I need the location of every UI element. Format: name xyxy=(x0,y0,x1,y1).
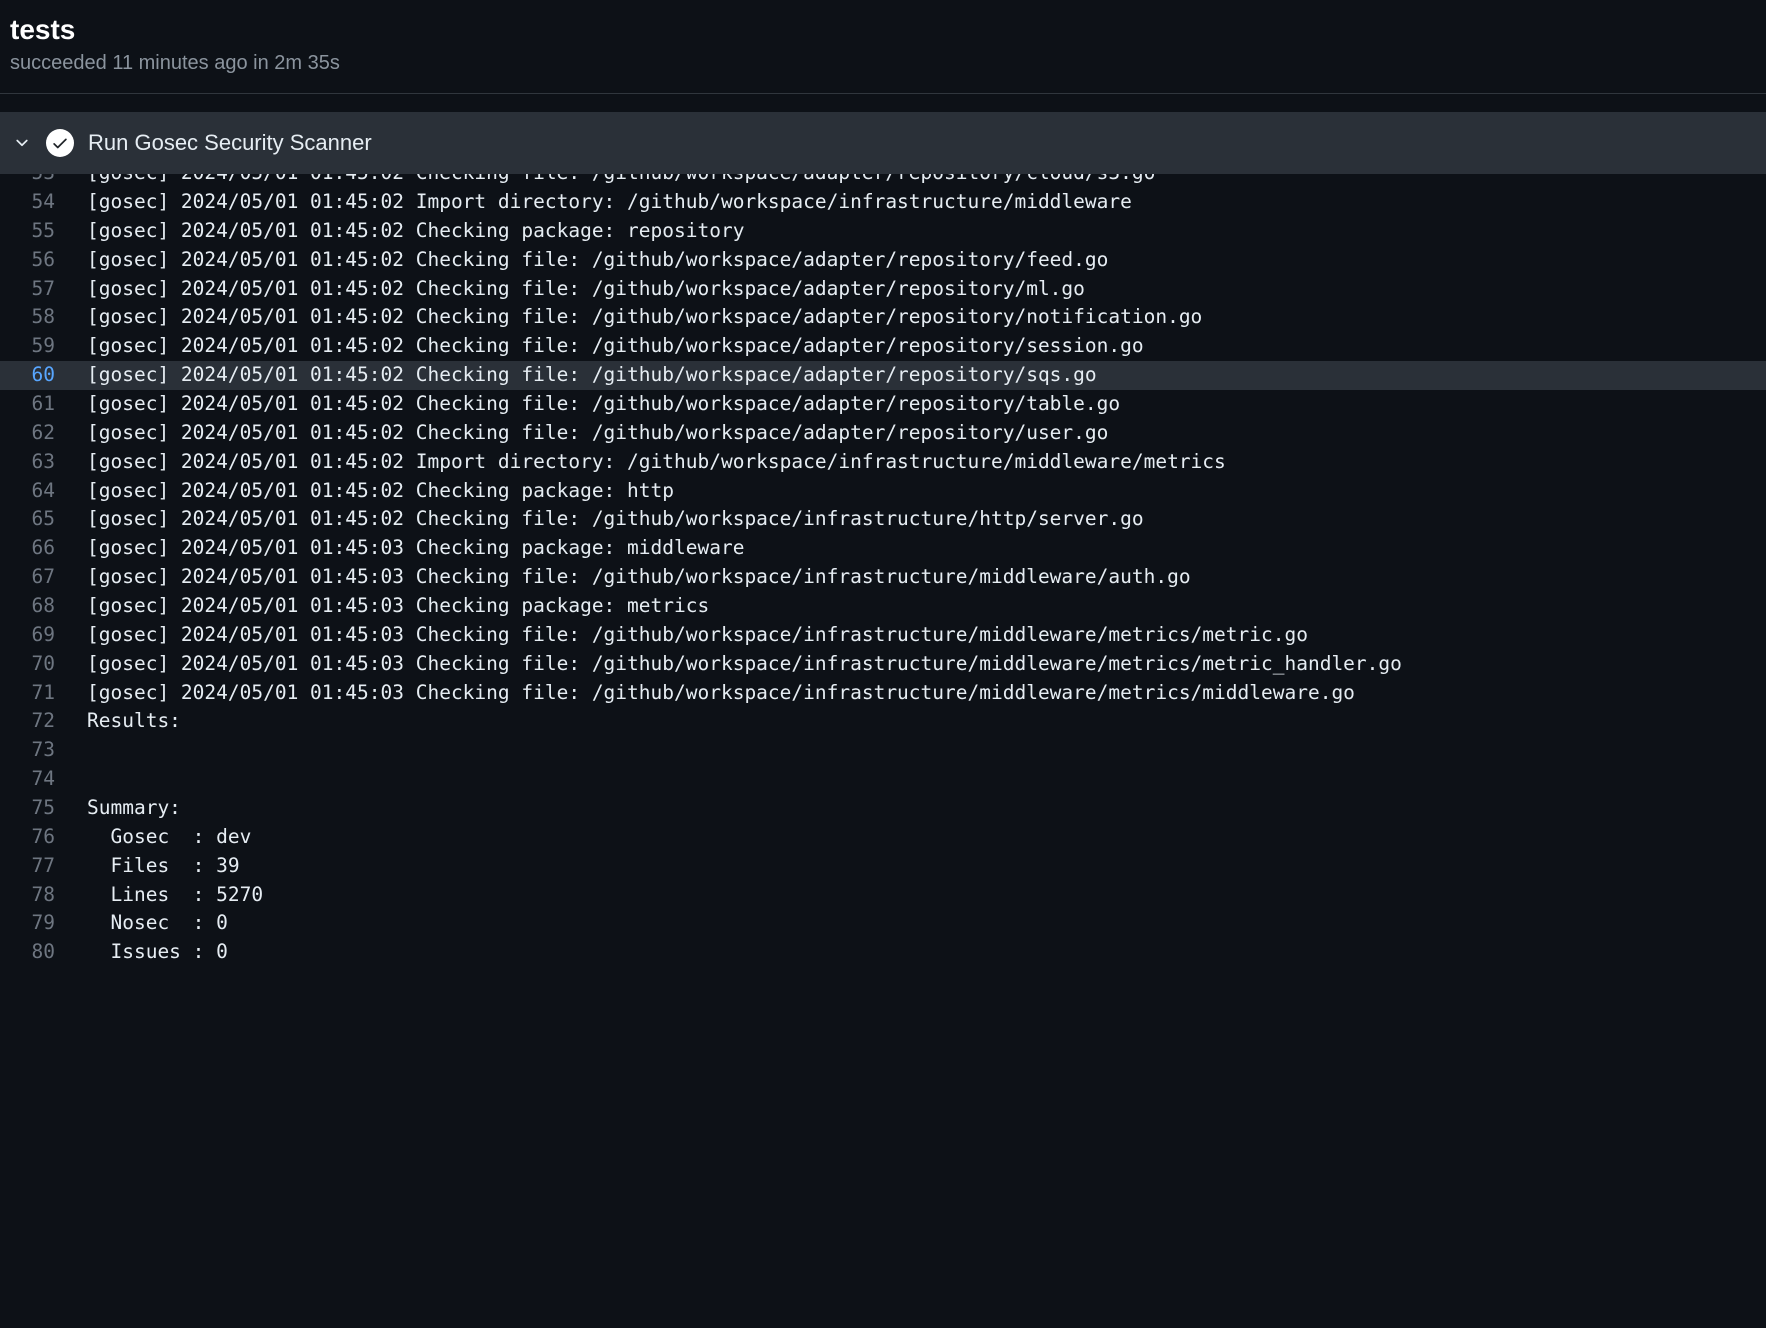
log-line[interactable]: 54[gosec] 2024/05/01 01:45:02 Import dir… xyxy=(0,188,1766,217)
step-title: Run Gosec Security Scanner xyxy=(88,130,372,156)
status-text: succeeded xyxy=(10,52,107,74)
line-number[interactable]: 57 xyxy=(12,275,87,304)
line-text: [gosec] 2024/05/01 01:45:03 Checking fil… xyxy=(87,621,1308,650)
log-line[interactable]: 73 xyxy=(0,736,1766,765)
log-line[interactable]: 56[gosec] 2024/05/01 01:45:02 Checking f… xyxy=(0,246,1766,275)
log-line[interactable]: 66[gosec] 2024/05/01 01:45:03 Checking p… xyxy=(0,534,1766,563)
line-text: Summary: xyxy=(87,794,181,823)
line-text: [gosec] 2024/05/01 01:45:02 Checking fil… xyxy=(87,361,1097,390)
step-header[interactable]: Run Gosec Security Scanner xyxy=(0,112,1766,174)
line-text: [gosec] 2024/05/01 01:45:02 Checking fil… xyxy=(87,419,1108,448)
line-number[interactable]: 59 xyxy=(12,332,87,361)
line-number[interactable]: 73 xyxy=(12,736,87,765)
log-line[interactable]: 70[gosec] 2024/05/01 01:45:03 Checking f… xyxy=(0,650,1766,679)
log-line[interactable]: 64[gosec] 2024/05/01 01:45:02 Checking p… xyxy=(0,477,1766,506)
log-line[interactable]: 57[gosec] 2024/05/01 01:45:02 Checking f… xyxy=(0,275,1766,304)
log-line[interactable]: 63[gosec] 2024/05/01 01:45:02 Import dir… xyxy=(0,448,1766,477)
line-text: [gosec] 2024/05/01 01:45:02 Checking fil… xyxy=(87,174,1155,188)
line-text: [gosec] 2024/05/01 01:45:02 Checking fil… xyxy=(87,332,1144,361)
log-line[interactable]: 68[gosec] 2024/05/01 01:45:03 Checking p… xyxy=(0,592,1766,621)
line-text: Files : 39 xyxy=(87,852,240,881)
log-line[interactable]: 67[gosec] 2024/05/01 01:45:03 Checking f… xyxy=(0,563,1766,592)
chevron-down-icon[interactable] xyxy=(12,133,32,153)
log-output[interactable]: 53[gosec] 2024/05/01 01:45:02 Checking f… xyxy=(0,174,1766,967)
line-text: [gosec] 2024/05/01 01:45:03 Checking pac… xyxy=(87,534,744,563)
log-line[interactable]: 59[gosec] 2024/05/01 01:45:02 Checking f… xyxy=(0,332,1766,361)
line-number[interactable]: 63 xyxy=(12,448,87,477)
log-line[interactable]: 78 Lines : 5270 xyxy=(0,881,1766,910)
line-text: Nosec : 0 xyxy=(87,909,228,938)
line-number[interactable]: 55 xyxy=(12,217,87,246)
time-ago: 11 minutes ago xyxy=(112,52,247,74)
line-text: Gosec : dev xyxy=(87,823,251,852)
line-number[interactable]: 72 xyxy=(12,707,87,736)
line-text: [gosec] 2024/05/01 01:45:03 Checking fil… xyxy=(87,679,1355,708)
line-number[interactable]: 56 xyxy=(12,246,87,275)
page-subtitle: succeeded 11 minutes ago in 2m 35s xyxy=(10,52,1756,75)
line-number[interactable]: 70 xyxy=(12,650,87,679)
line-text: [gosec] 2024/05/01 01:45:02 Checking fil… xyxy=(87,390,1120,419)
line-text: [gosec] 2024/05/01 01:45:03 Checking fil… xyxy=(87,563,1191,592)
line-number[interactable]: 64 xyxy=(12,477,87,506)
line-number[interactable]: 67 xyxy=(12,563,87,592)
log-line[interactable]: 61[gosec] 2024/05/01 01:45:02 Checking f… xyxy=(0,390,1766,419)
line-number[interactable]: 75 xyxy=(12,794,87,823)
line-text: [gosec] 2024/05/01 01:45:02 Checking fil… xyxy=(87,505,1144,534)
log-line[interactable]: 62[gosec] 2024/05/01 01:45:02 Checking f… xyxy=(0,419,1766,448)
line-text: [gosec] 2024/05/01 01:45:02 Checking pac… xyxy=(87,477,674,506)
line-number[interactable]: 53 xyxy=(12,174,87,188)
line-number[interactable]: 54 xyxy=(12,188,87,217)
line-number[interactable]: 65 xyxy=(12,505,87,534)
line-text: [gosec] 2024/05/01 01:45:02 Checking fil… xyxy=(87,246,1108,275)
line-number[interactable]: 60 xyxy=(12,361,87,390)
log-line[interactable]: 60[gosec] 2024/05/01 01:45:02 Checking f… xyxy=(0,361,1766,390)
line-text: [gosec] 2024/05/01 01:45:02 Import direc… xyxy=(87,188,1132,217)
line-text: Lines : 5270 xyxy=(87,881,263,910)
line-text: [gosec] 2024/05/01 01:45:02 Checking fil… xyxy=(87,275,1085,304)
page-title: tests xyxy=(10,14,1756,46)
log-line[interactable]: 72Results: xyxy=(0,707,1766,736)
log-line[interactable]: 80 Issues : 0 xyxy=(0,938,1766,967)
line-number[interactable]: 78 xyxy=(12,881,87,910)
log-line[interactable]: 77 Files : 39 xyxy=(0,852,1766,881)
line-number[interactable]: 66 xyxy=(12,534,87,563)
line-number[interactable]: 62 xyxy=(12,419,87,448)
line-number[interactable]: 77 xyxy=(12,852,87,881)
success-check-icon xyxy=(46,129,74,157)
page-header: tests succeeded 11 minutes ago in 2m 35s xyxy=(0,0,1766,93)
log-line[interactable]: 79 Nosec : 0 xyxy=(0,909,1766,938)
line-number[interactable]: 68 xyxy=(12,592,87,621)
line-number[interactable]: 76 xyxy=(12,823,87,852)
line-number[interactable]: 80 xyxy=(12,938,87,967)
line-number[interactable]: 74 xyxy=(12,765,87,794)
log-line[interactable]: 55[gosec] 2024/05/01 01:45:02 Checking p… xyxy=(0,217,1766,246)
log-line[interactable]: 75Summary: xyxy=(0,794,1766,823)
line-text: [gosec] 2024/05/01 01:45:03 Checking fil… xyxy=(87,650,1402,679)
line-number[interactable]: 79 xyxy=(12,909,87,938)
line-text: [gosec] 2024/05/01 01:45:03 Checking pac… xyxy=(87,592,709,621)
line-number[interactable]: 58 xyxy=(12,303,87,332)
log-line[interactable]: 65[gosec] 2024/05/01 01:45:02 Checking f… xyxy=(0,505,1766,534)
divider xyxy=(0,93,1766,94)
log-line[interactable]: 53[gosec] 2024/05/01 01:45:02 Checking f… xyxy=(0,174,1766,188)
line-number[interactable]: 61 xyxy=(12,390,87,419)
log-line[interactable]: 76 Gosec : dev xyxy=(0,823,1766,852)
line-text: [gosec] 2024/05/01 01:45:02 Checking pac… xyxy=(87,217,744,246)
duration: 2m 35s xyxy=(274,52,340,74)
log-line[interactable]: 58[gosec] 2024/05/01 01:45:02 Checking f… xyxy=(0,303,1766,332)
line-text: [gosec] 2024/05/01 01:45:02 Checking fil… xyxy=(87,303,1202,332)
log-line[interactable]: 69[gosec] 2024/05/01 01:45:03 Checking f… xyxy=(0,621,1766,650)
line-text: Results: xyxy=(87,707,181,736)
log-line[interactable]: 74 xyxy=(0,765,1766,794)
log-line[interactable]: 71[gosec] 2024/05/01 01:45:03 Checking f… xyxy=(0,679,1766,708)
line-text: [gosec] 2024/05/01 01:45:02 Import direc… xyxy=(87,448,1226,477)
separator: in xyxy=(253,52,269,74)
line-text: Issues : 0 xyxy=(87,938,228,967)
line-number[interactable]: 71 xyxy=(12,679,87,708)
line-number[interactable]: 69 xyxy=(12,621,87,650)
